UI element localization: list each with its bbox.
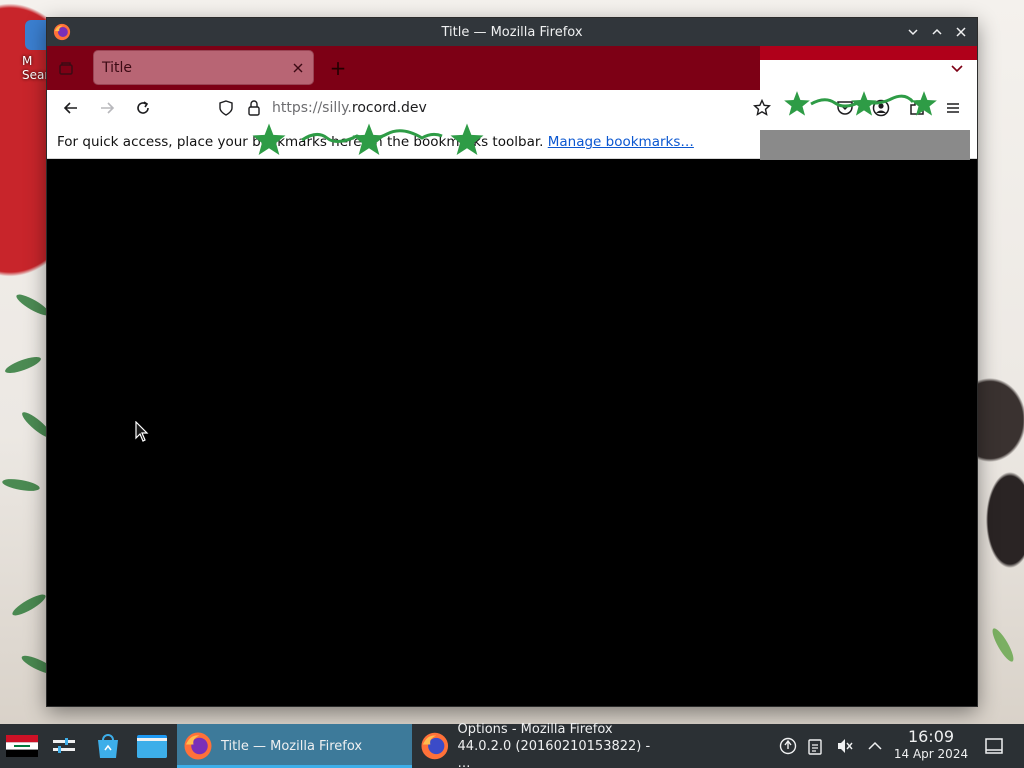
- volume-muted-icon: [838, 739, 853, 753]
- firefox-window: Title — Mozilla Firefox Title + https://…: [47, 18, 977, 706]
- theme-star-decoration: [252, 123, 286, 155]
- window-title: Title — Mozilla Firefox: [441, 24, 583, 40]
- folder-icon: [137, 735, 167, 758]
- wallpaper-leaf: [10, 591, 48, 619]
- taskbar: Title — Mozilla Firefox Options - Mozill…: [0, 721, 1024, 768]
- chevron-up-icon: [932, 28, 942, 35]
- tray-expand-icon: [868, 741, 882, 750]
- flag-red-band: [760, 46, 977, 60]
- maximize-button[interactable]: [927, 22, 947, 42]
- forward-arrow-icon: [101, 102, 115, 114]
- firefox-icon: [53, 23, 71, 41]
- close-icon: [293, 63, 303, 72]
- clock-date: 14 Apr 2024: [893, 747, 969, 761]
- taskbar-task-firefox-options[interactable]: Options - Mozilla Firefox 44.0.2.0 (2016…: [414, 721, 664, 768]
- chevron-down-icon[interactable]: [949, 60, 965, 76]
- star-bookmark-icon: [753, 99, 771, 116]
- tab-label: Title: [102, 59, 133, 76]
- task-label: Title — Mozilla Firefox: [221, 738, 363, 754]
- close-window-button[interactable]: [951, 22, 971, 42]
- manage-bookmarks-link[interactable]: Manage bookmarks…: [548, 134, 694, 150]
- app-menu-button[interactable]: [943, 98, 963, 118]
- clipboard-tray-button[interactable]: [800, 730, 830, 762]
- url-text[interactable]: https://silly.rocord.dev: [272, 100, 427, 116]
- volume-tray-button[interactable]: [830, 730, 860, 762]
- theme-flag-strip: [760, 46, 977, 90]
- url-host: rocord.dev: [351, 100, 427, 116]
- chevron-down-icon: [908, 29, 918, 36]
- flag-icon: [6, 735, 38, 757]
- tab-list-icon[interactable]: [57, 59, 75, 77]
- forward-button[interactable]: [97, 98, 117, 118]
- shield-icon[interactable]: [218, 100, 234, 116]
- bookmarks-toolbar: For quick access, place your bookmarks h…: [47, 126, 977, 164]
- software-store-launcher[interactable]: [92, 724, 124, 768]
- wallpaper-leaf: [3, 353, 43, 377]
- window-controls: [903, 22, 971, 42]
- mouse-cursor: [135, 421, 149, 442]
- reload-icon: [137, 101, 149, 114]
- store-icon: [98, 734, 118, 758]
- system-tray: [776, 724, 890, 768]
- page-content[interactable]: [47, 160, 977, 706]
- system-settings-launcher[interactable]: [48, 724, 80, 768]
- digital-clock[interactable]: 16:09 14 Apr 2024: [888, 728, 974, 762]
- back-arrow-icon: [63, 102, 77, 114]
- wallpaper-leaf: [989, 626, 1017, 664]
- show-desktop-icon: [985, 738, 1003, 754]
- theme-star-decoration: [450, 123, 484, 155]
- theme-script-decoration: [301, 129, 443, 143]
- network-icon: [779, 737, 797, 755]
- tab-active[interactable]: Title: [94, 51, 313, 84]
- url-bar[interactable]: https://silly.rocord.dev: [212, 94, 752, 122]
- flag-white-band: [760, 60, 977, 90]
- network-tray-button[interactable]: [776, 730, 800, 762]
- task-label-line2: 44.0.2.0 (20160210153822) - …: [457, 738, 651, 768]
- theme-grey-block: [760, 130, 970, 164]
- close-icon: [956, 27, 966, 37]
- task-label-line1: Options - Mozilla Firefox: [457, 721, 613, 737]
- file-manager-launcher[interactable]: [136, 724, 168, 768]
- lock-icon[interactable]: [246, 99, 262, 117]
- theme-script-decoration: [810, 94, 915, 108]
- tab-bar: Title +: [47, 46, 977, 90]
- taskbar-task-firefox-title[interactable]: Title — Mozilla Firefox: [177, 724, 412, 768]
- minimize-button[interactable]: [903, 22, 923, 42]
- application-launcher[interactable]: [4, 724, 40, 768]
- window-titlebar[interactable]: Title — Mozilla Firefox: [47, 18, 977, 46]
- menu-icon: [947, 103, 959, 113]
- reload-button[interactable]: [133, 98, 153, 118]
- url-scheme: https://silly.: [272, 100, 352, 116]
- show-desktop-button[interactable]: [984, 724, 1004, 768]
- firefox-icon: [421, 732, 449, 760]
- tray-expand-button[interactable]: [860, 730, 890, 762]
- bookmark-page-button[interactable]: [752, 98, 772, 118]
- back-button[interactable]: [61, 98, 81, 118]
- new-tab-button[interactable]: +: [327, 56, 349, 80]
- clock-time: 16:09: [907, 727, 955, 746]
- tab-close-button[interactable]: [289, 59, 307, 77]
- firefox-icon: [184, 732, 212, 760]
- wallpaper-leaf: [1, 476, 41, 494]
- clipboard-icon: [808, 739, 822, 755]
- settings-icon: [53, 738, 75, 753]
